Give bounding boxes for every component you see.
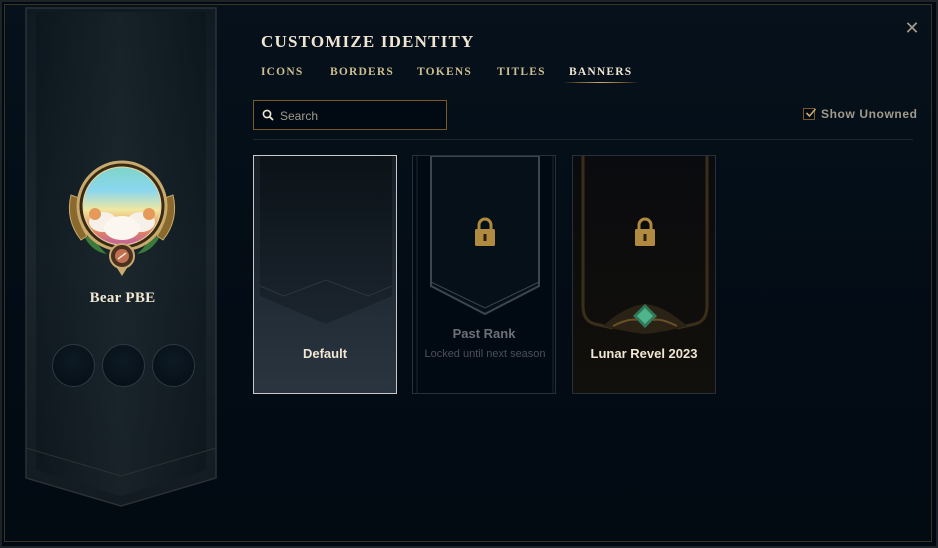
banner-title: Past Rank [452,326,516,341]
tab-borders[interactable]: BORDERS [330,66,394,78]
show-unowned-label: Show Unowned [821,107,918,121]
summoner-name: Bear PBE [89,290,156,306]
search-input[interactable] [278,101,442,131]
show-unowned-checkbox[interactable] [803,108,817,120]
tab-banners[interactable]: BANNERS [569,66,632,78]
lock-icon [475,217,495,246]
lock-icon [635,217,655,246]
summoner-icon[interactable] [63,160,181,278]
tab-tokens[interactable]: TOKENS [417,66,472,78]
token-slot-2[interactable] [102,344,145,387]
active-tab-indicator [563,82,639,83]
banner-card-default[interactable]: Default [253,155,397,394]
banner-card-lunar-revel-2023[interactable]: Lunar Revel 2023 [572,155,716,394]
banner-card-past-rank[interactable]: Past Rank Locked until next season [412,155,556,394]
checkmark-icon [805,108,817,118]
page-title: CUSTOMIZE IDENTITY [261,32,475,51]
divider [253,139,913,140]
token-slot-3[interactable] [152,344,195,387]
search-box[interactable] [253,100,447,131]
tab-titles[interactable]: TITLES [497,66,546,78]
search-icon [262,109,274,121]
close-button[interactable]: ✕ [902,18,922,38]
profile-banner: Bear PBE [0,0,250,548]
banner-title: Lunar Revel 2023 [590,346,698,361]
token-slot-1[interactable] [52,344,95,387]
banner-subtitle: Locked until next season [424,348,546,360]
tab-icons[interactable]: ICONS [261,66,303,78]
close-icon: ✕ [904,18,920,38]
banner-title: Default [302,346,348,361]
